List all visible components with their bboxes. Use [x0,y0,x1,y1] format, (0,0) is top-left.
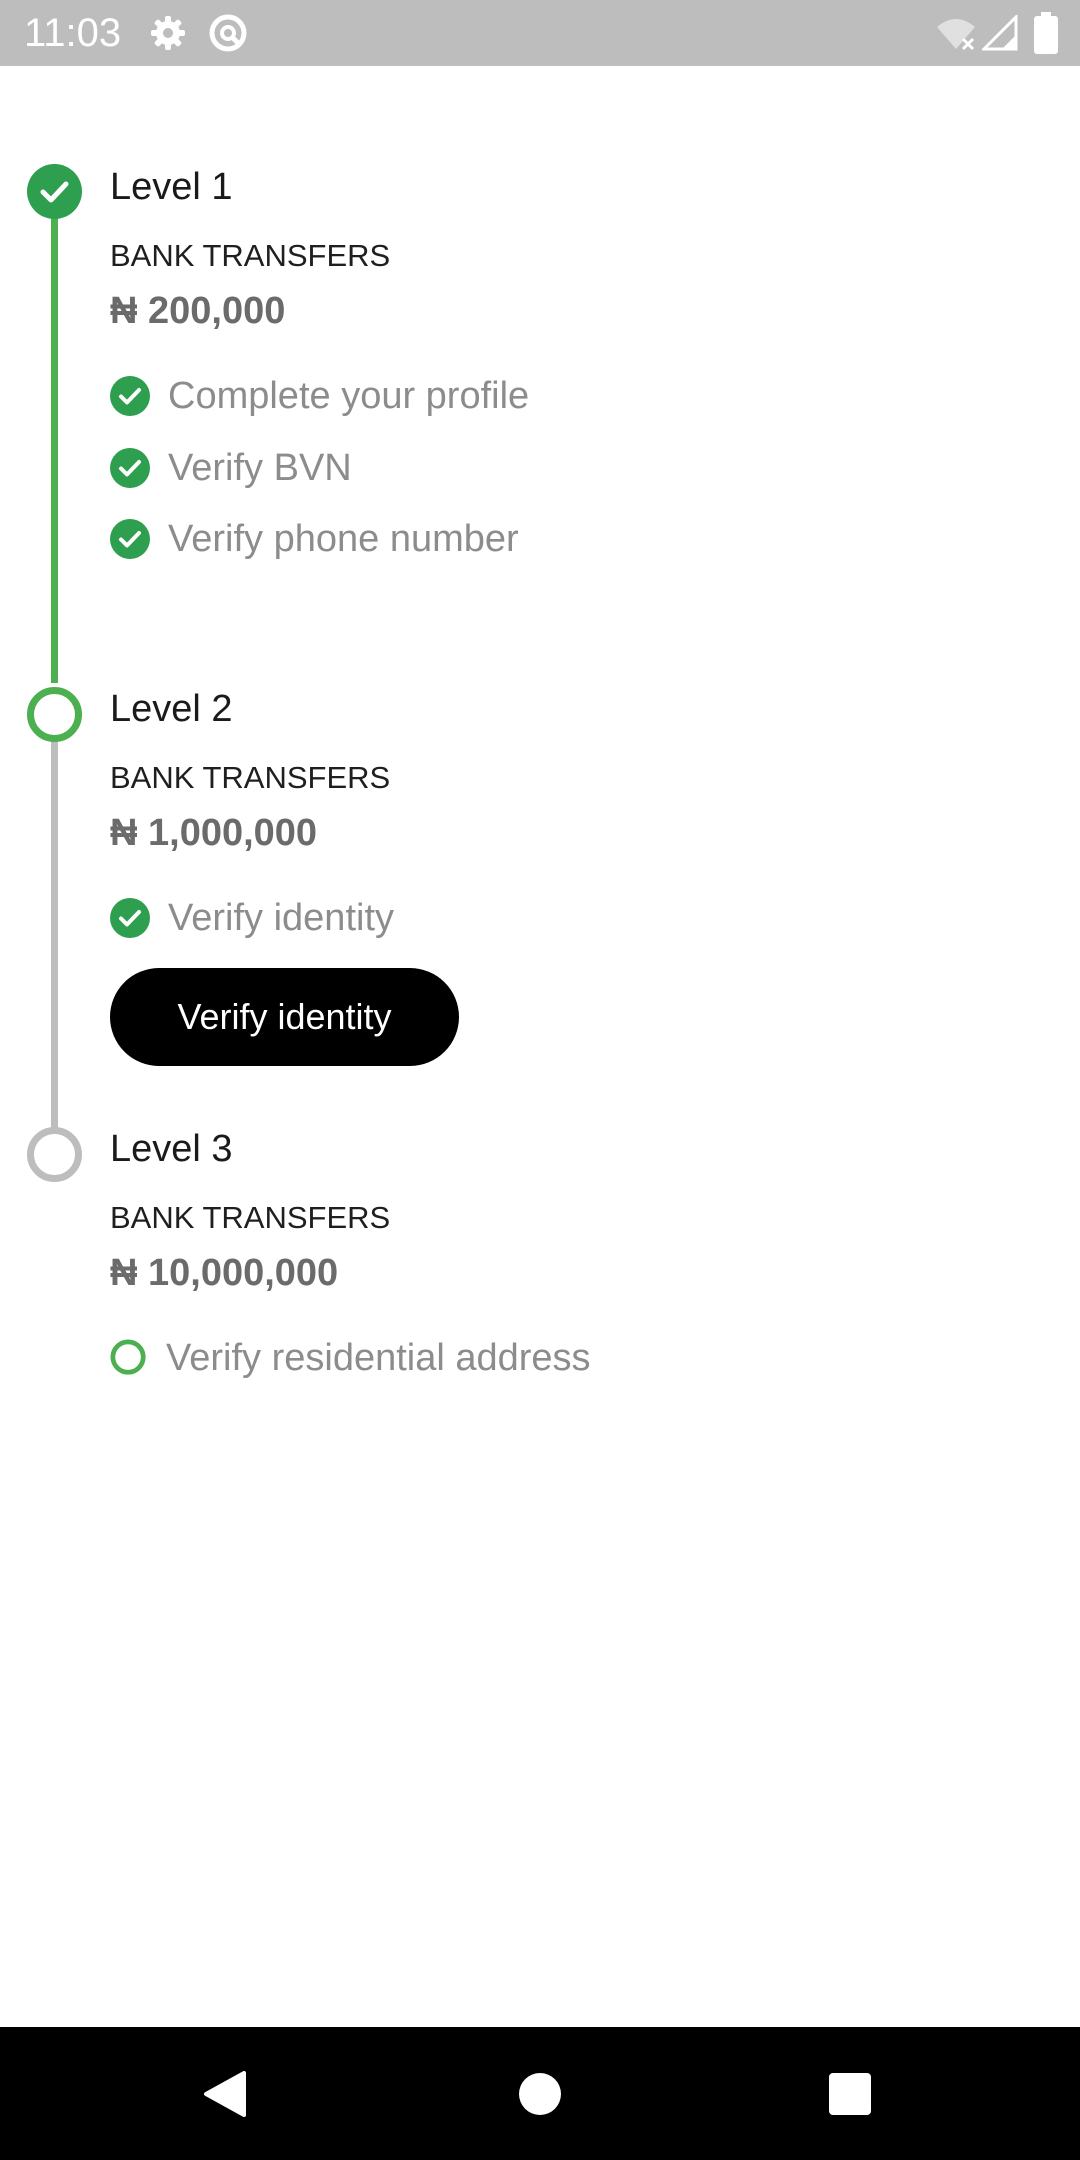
timeline-track-pending [51,740,58,1128]
verify-identity-button[interactable]: Verify identity [110,968,459,1066]
recents-icon[interactable] [828,2072,872,2116]
level-2-category: BANK TRANSFERS [110,760,391,795]
requirement-label: Verify identity [168,897,394,939]
level-1-title: Level 1 [110,166,233,208]
status-time: 11:03 [24,11,122,55]
system-nav-bar [0,2027,1080,2160]
check-circle-icon [110,519,150,559]
level-2-title: Level 2 [110,688,233,730]
at-sign-icon [209,14,247,52]
wifi-off-icon [937,19,975,51]
requirement-label: Complete your profile [168,375,530,417]
requirement-complete-profile: Complete your profile [110,374,529,418]
requirement-verify-bvn: Verify BVN [110,446,352,490]
settings-icon [151,16,185,50]
level-2-limit: ₦ 1,000,000 [110,812,318,854]
level-1-completed-node [27,164,82,219]
requirement-label: Verify BVN [168,447,352,489]
check-circle-icon [110,376,150,416]
level-3-title: Level 3 [110,1128,233,1170]
level-2-current-node [27,687,82,742]
battery-icon [1034,12,1058,54]
level-3-locked-node [27,1127,82,1182]
level-3-category: BANK TRANSFERS [110,1200,391,1235]
status-bar: 11:03 [0,0,1080,66]
requirement-verify-phone: Verify phone number [110,517,519,561]
check-circle-icon [110,898,150,938]
requirement-verify-address: Verify residential address [110,1336,591,1380]
level-3-limit: ₦ 10,000,000 [110,1252,339,1294]
back-icon[interactable] [200,2069,248,2119]
check-circle-icon [110,448,150,488]
empty-circle-icon [110,1339,146,1375]
kyc-levels-screen: 11:03 Level 1 BANK TRANSFERS ₦ 200,000 C… [0,0,1080,2160]
requirement-label: Verify phone number [168,518,519,560]
signal-icon [982,15,1018,51]
level-1-limit: ₦ 200,000 [110,290,286,332]
timeline-track-completed [51,217,58,683]
check-icon [40,181,69,203]
requirement-label: Verify residential address [166,1337,591,1379]
home-icon[interactable] [518,2072,562,2116]
level-1-category: BANK TRANSFERS [110,238,391,273]
requirement-verify-identity: Verify identity [110,896,394,940]
